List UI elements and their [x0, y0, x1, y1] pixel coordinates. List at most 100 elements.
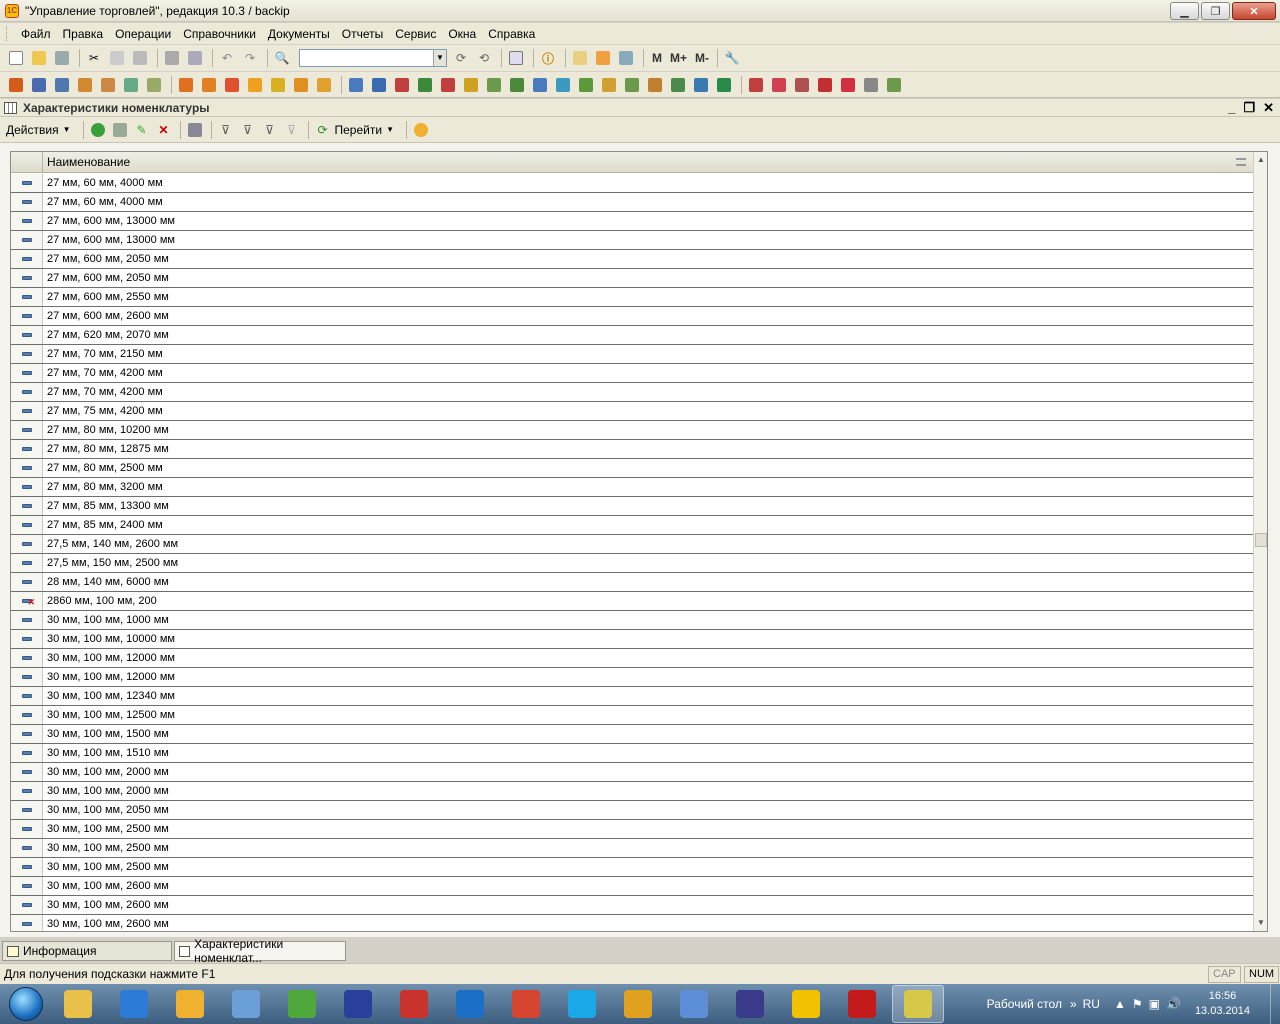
table-row[interactable]: 30 мм, 100 мм, 2000 мм: [11, 782, 1254, 801]
print-icon[interactable]: [162, 48, 182, 68]
taskbar-app-pdf[interactable]: [836, 985, 888, 1023]
report6-icon[interactable]: [861, 75, 881, 95]
users-icon[interactable]: [616, 48, 636, 68]
table-row[interactable]: 27 мм, 60 мм, 4000 мм: [11, 174, 1254, 193]
table-row[interactable]: 27 мм, 80 мм, 3200 мм: [11, 478, 1254, 497]
language-indicator[interactable]: RU: [1083, 997, 1100, 1011]
table-row[interactable]: 30 мм, 100 мм, 2500 мм: [11, 839, 1254, 858]
goto-menu-button[interactable]: Перейти: [335, 123, 383, 137]
name-column-header[interactable]: Наименование: [43, 152, 1254, 172]
memory-m-button[interactable]: M: [652, 51, 662, 65]
table-row[interactable]: 30 мм, 100 мм, 2500 мм: [11, 820, 1254, 839]
table-row[interactable]: 27 мм, 600 мм, 2600 мм: [11, 307, 1254, 326]
doc-sale13-icon[interactable]: [622, 75, 642, 95]
doc-sale15-icon[interactable]: [668, 75, 688, 95]
taskbar-app-music[interactable]: [668, 985, 720, 1023]
table-row[interactable]: 27 мм, 600 мм, 13000 мм: [11, 231, 1254, 250]
doc-restore-button[interactable]: ❐: [1243, 100, 1255, 116]
goto-dropdown-icon[interactable]: ▼: [386, 125, 394, 134]
table-row[interactable]: 30 мм, 100 мм, 1500 мм: [11, 725, 1254, 744]
table-row[interactable]: 27 мм, 60 мм, 4000 мм: [11, 193, 1254, 212]
table-row[interactable]: 30 мм, 100 мм, 2050 мм: [11, 801, 1254, 820]
copy-icon[interactable]: [107, 48, 127, 68]
vertical-scrollbar[interactable]: ▲ ▼: [1253, 152, 1267, 931]
doc-order4-icon[interactable]: [245, 75, 265, 95]
table-row[interactable]: 30 мм, 100 мм, 2600 мм: [11, 915, 1254, 931]
doc-order7-icon[interactable]: [314, 75, 334, 95]
menu-windows[interactable]: Окна: [442, 27, 482, 41]
table-row[interactable]: 27 мм, 600 мм, 2050 мм: [11, 269, 1254, 288]
taskbar-app-file-manager[interactable]: [220, 985, 272, 1023]
doc-sale3-icon[interactable]: [392, 75, 412, 95]
table-row[interactable]: 28 мм, 140 мм, 6000 мм: [11, 573, 1254, 592]
taskbar-app-save-disk[interactable]: [332, 985, 384, 1023]
network-icon[interactable]: ▣: [1149, 997, 1160, 1011]
doc-sale2-icon[interactable]: [369, 75, 389, 95]
table-row[interactable]: 30 мм, 100 мм, 2600 мм: [11, 896, 1254, 915]
tab-characteristics[interactable]: Характеристики номенклат...: [174, 937, 346, 965]
doc-order-icon[interactable]: [176, 75, 196, 95]
close-button[interactable]: ✕: [1232, 2, 1276, 20]
table-row[interactable]: 27,5 мм, 140 мм, 2600 мм: [11, 535, 1254, 554]
calendar-icon[interactable]: [593, 48, 613, 68]
scroll-thumb[interactable]: [1255, 533, 1267, 547]
table-row[interactable]: 27 мм, 80 мм, 12875 мм: [11, 440, 1254, 459]
taskbar-app-explorer[interactable]: [52, 985, 104, 1023]
table-row[interactable]: 2860 мм, 100 мм, 200: [11, 592, 1254, 611]
taskbar-app-chrome[interactable]: [612, 985, 664, 1023]
table-row[interactable]: 27 мм, 80 мм, 2500 мм: [11, 459, 1254, 478]
tab-information[interactable]: Информация: [2, 941, 172, 961]
taskbar-app-skype[interactable]: [556, 985, 608, 1023]
doc-minimize-button[interactable]: _: [1228, 100, 1235, 116]
print-preview-icon[interactable]: [185, 48, 205, 68]
taskbar-app-vnc[interactable]: [388, 985, 440, 1023]
taskbar-app-teamviewer[interactable]: [444, 985, 496, 1023]
table-row[interactable]: 30 мм, 100 мм, 2600 мм: [11, 877, 1254, 896]
report3-icon[interactable]: [792, 75, 812, 95]
doc-sale11-icon[interactable]: [576, 75, 596, 95]
doc-sale17-icon[interactable]: [714, 75, 734, 95]
report-icon[interactable]: [746, 75, 766, 95]
contractors-icon[interactable]: [98, 75, 118, 95]
cut-icon[interactable]: ✂: [84, 48, 104, 68]
table-row[interactable]: 30 мм, 100 мм, 2000 мм: [11, 763, 1254, 782]
flag-icon[interactable]: ⚑: [1132, 997, 1143, 1011]
doc-sale-icon[interactable]: [346, 75, 366, 95]
report4-icon[interactable]: [815, 75, 835, 95]
report7-icon[interactable]: [884, 75, 904, 95]
new-document-icon[interactable]: [6, 48, 26, 68]
doc-sale9-icon[interactable]: [530, 75, 550, 95]
refresh-icon[interactable]: ⟳: [313, 120, 333, 140]
taskbar-app-1c[interactable]: [780, 985, 832, 1023]
edit-pencil-icon[interactable]: ✎: [132, 120, 152, 140]
menu-file[interactable]: Файл: [15, 27, 57, 41]
filter-icon[interactable]: ⊽: [216, 120, 236, 140]
table-row[interactable]: 27 мм, 85 мм, 13300 мм: [11, 497, 1254, 516]
table-row[interactable]: 30 мм, 100 мм, 12340 мм: [11, 687, 1254, 706]
doc-sale6-icon[interactable]: [461, 75, 481, 95]
doc-sale8-icon[interactable]: [507, 75, 527, 95]
show-desktop-button[interactable]: [1270, 984, 1280, 1024]
taskbar-app-editor[interactable]: [724, 985, 776, 1023]
menu-help[interactable]: Справка: [482, 27, 541, 41]
doc-order5-icon[interactable]: [268, 75, 288, 95]
doc-sale5-icon[interactable]: [438, 75, 458, 95]
table-row[interactable]: 27 мм, 600 мм, 2050 мм: [11, 250, 1254, 269]
ref-list-icon[interactable]: [29, 75, 49, 95]
desktop-toolbar-label[interactable]: Рабочий стол: [987, 997, 1062, 1011]
search-input[interactable]: ▼: [299, 49, 447, 67]
table-row[interactable]: 30 мм, 100 мм, 1510 мм: [11, 744, 1254, 763]
doc-sale12-icon[interactable]: [599, 75, 619, 95]
filter-value-icon[interactable]: ⊽: [238, 120, 258, 140]
taskbar-app-outlook[interactable]: [164, 985, 216, 1023]
menu-edit[interactable]: Правка: [57, 27, 110, 41]
search-dropdown-icon[interactable]: ▼: [433, 50, 446, 66]
filter-list-icon[interactable]: ⊽: [260, 120, 280, 140]
open-folder-icon[interactable]: [29, 48, 49, 68]
table-row[interactable]: 27 мм, 85 мм, 2400 мм: [11, 516, 1254, 535]
scroll-down-icon[interactable]: ▼: [1254, 915, 1267, 931]
add-icon[interactable]: [88, 120, 108, 140]
menu-documents[interactable]: Документы: [262, 27, 336, 41]
table-row[interactable]: 27,5 мм, 150 мм, 2500 мм: [11, 554, 1254, 573]
doc-sale10-icon[interactable]: [553, 75, 573, 95]
